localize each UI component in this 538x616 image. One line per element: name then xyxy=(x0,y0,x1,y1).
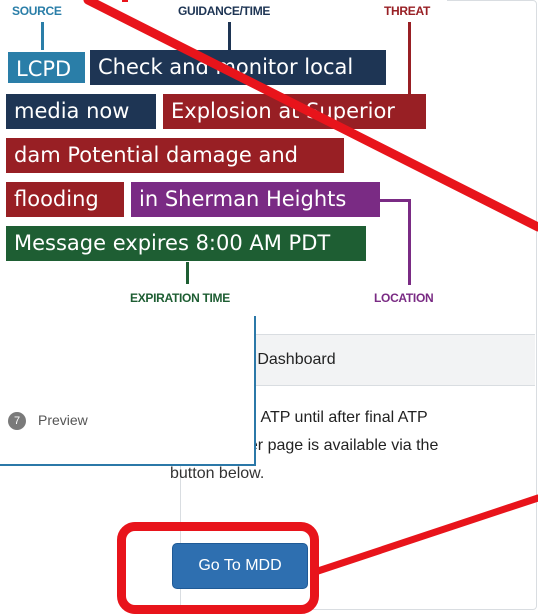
diagonal-strike-line xyxy=(83,0,538,232)
pointer-line xyxy=(314,494,538,575)
red-annotation-strokes xyxy=(83,0,538,575)
